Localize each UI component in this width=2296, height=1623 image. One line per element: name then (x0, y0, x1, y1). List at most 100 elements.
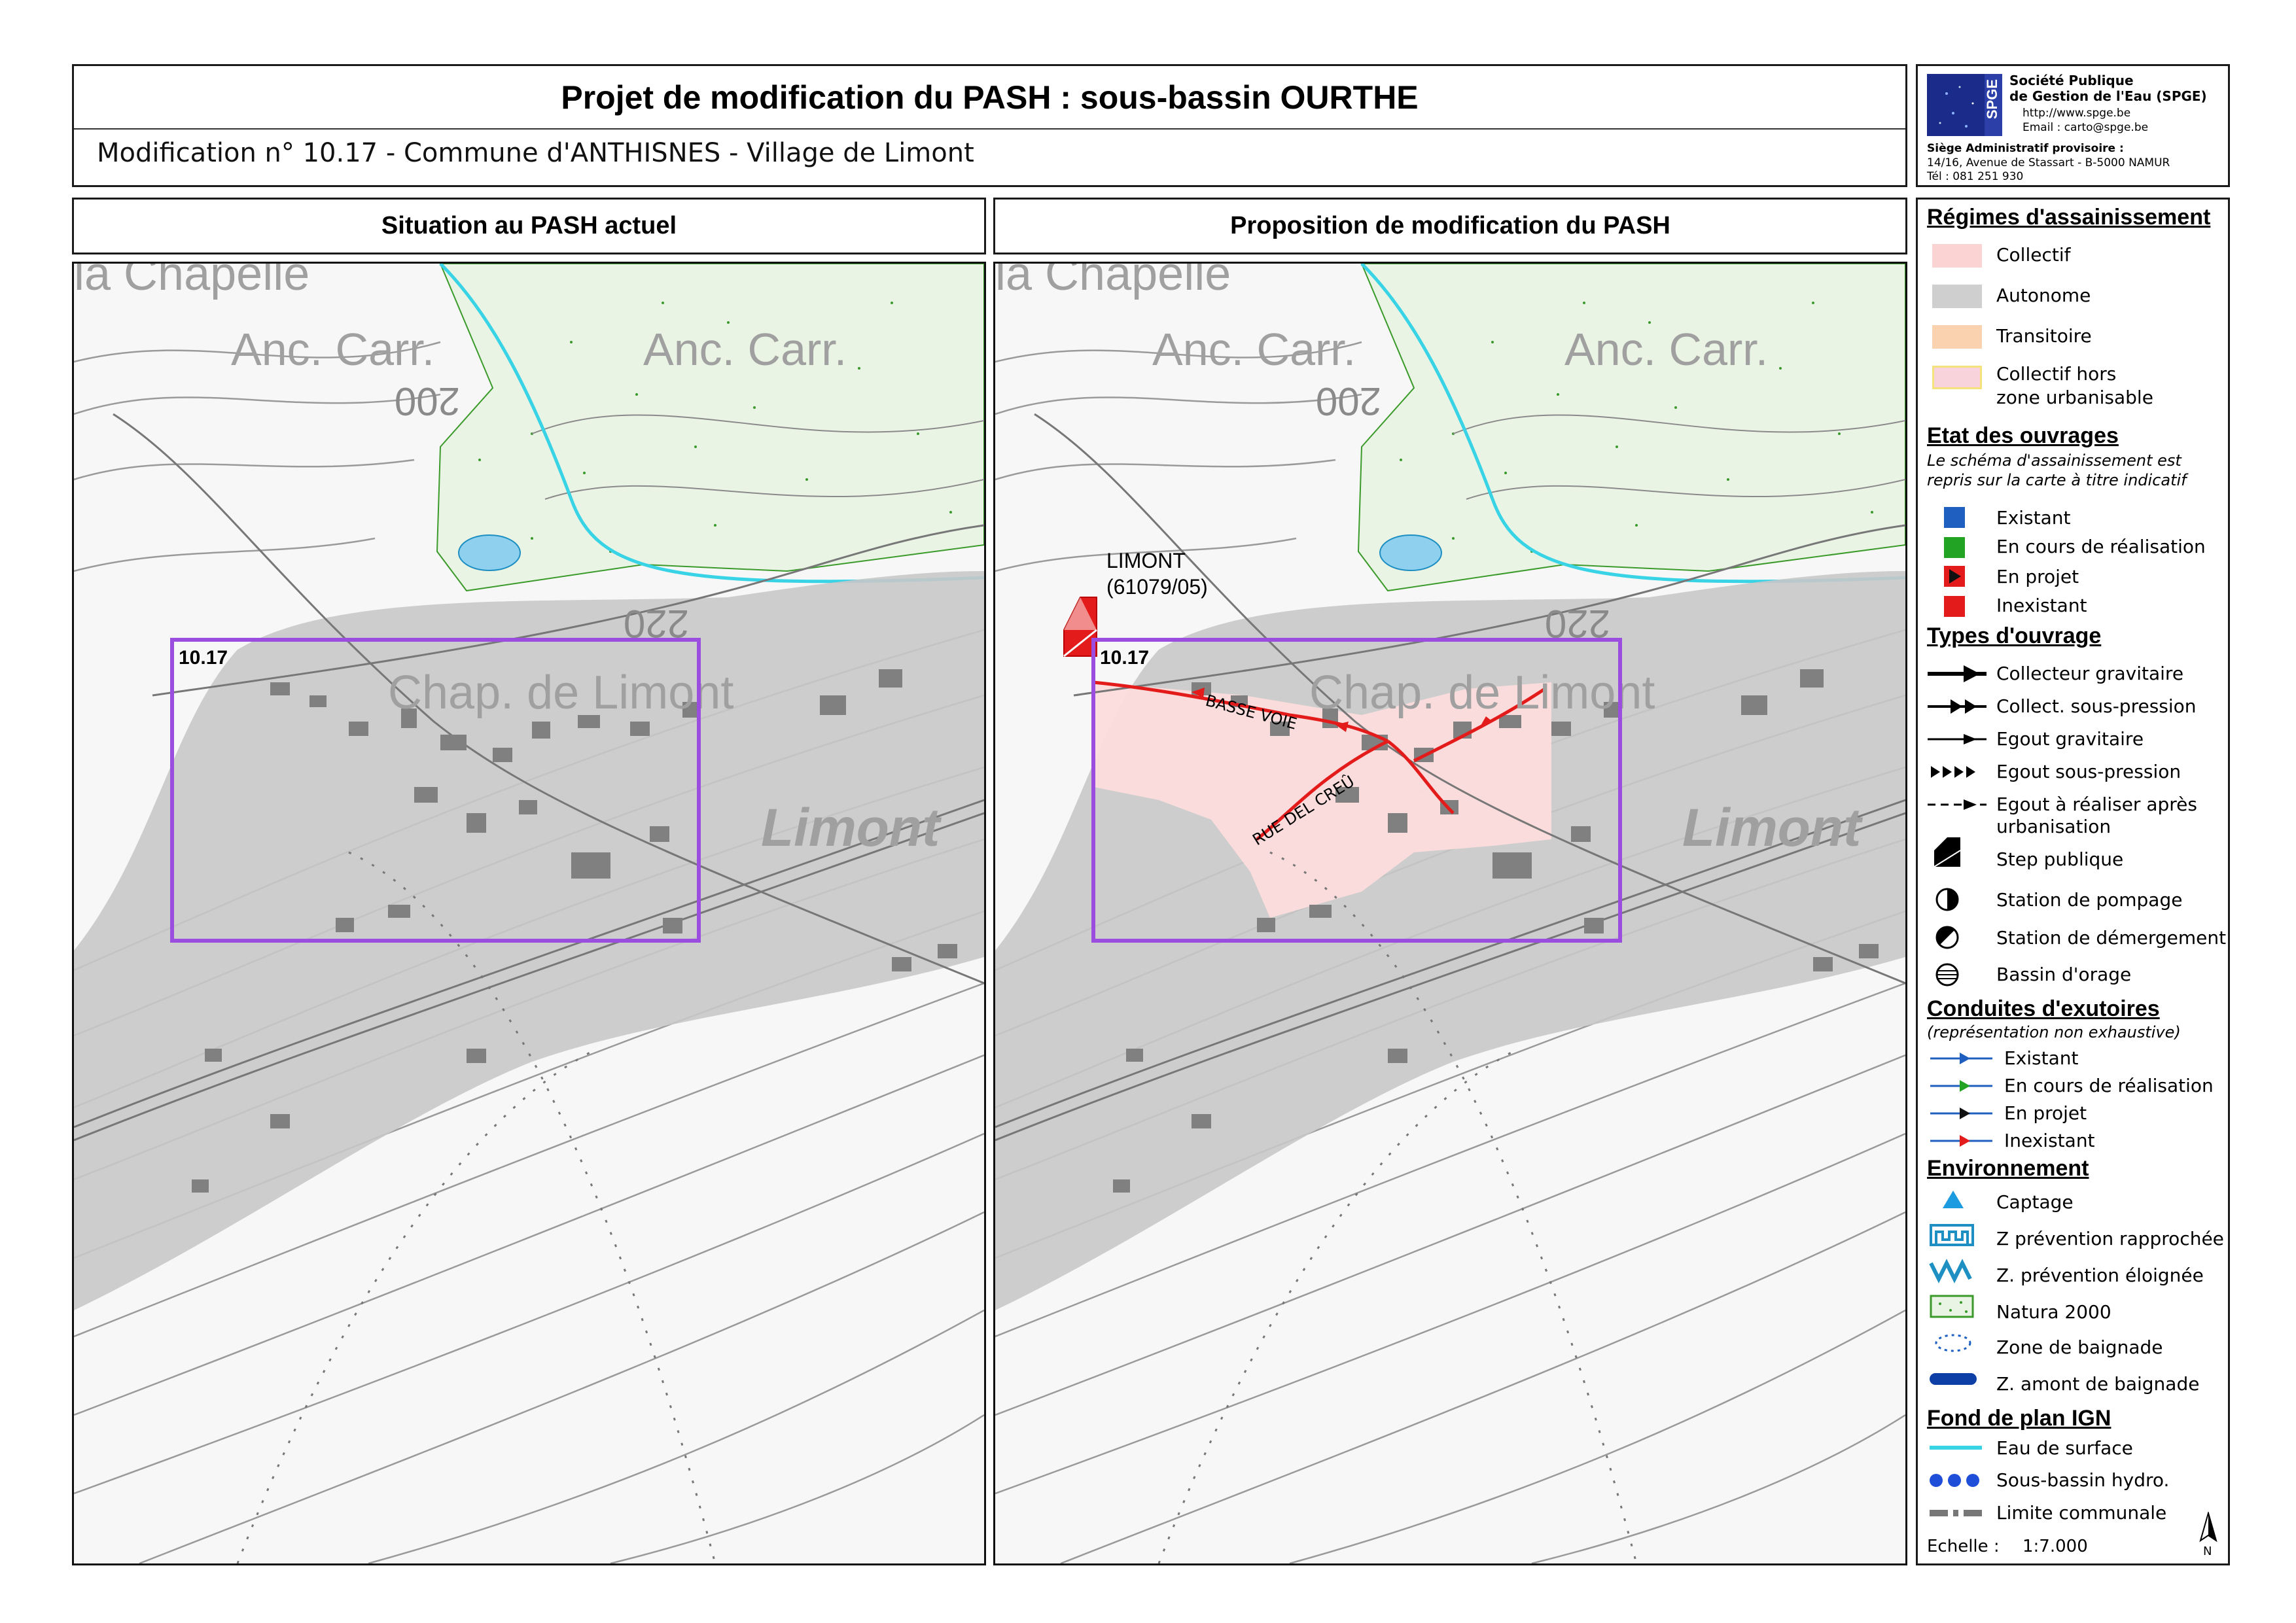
pond (458, 534, 521, 571)
drainage-station-icon (1935, 926, 1959, 949)
legend-regimes-title: Régimes d'assainissement (1927, 205, 2211, 230)
org-info-box: SPGE Société Publique de Gestion de l'Ea… (1916, 64, 2230, 187)
legend-ign-eau: Eau de surface (1996, 1437, 2133, 1459)
legend-regime-collectif-hors: Collectif hors (1996, 363, 2117, 385)
legend-type-egout-sous-pression: Egout sous-pression (1996, 761, 2181, 782)
prevention-close-icon (1930, 1224, 1974, 1246)
right-panel-title: Proposition de modification du PASH (993, 198, 1907, 254)
outlet-missing-icon (1930, 1135, 1992, 1147)
org-phone: Tél : 081 251 930 (1927, 170, 2024, 183)
en-cours-square-icon (1944, 537, 1965, 558)
legend-type-demergement: Station de démergement (1996, 927, 2227, 949)
label-anc-carr-1: Anc. Carr. (231, 324, 434, 375)
pump-station-icon (1935, 888, 1959, 911)
outlet-in-progress-icon (1930, 1080, 1992, 1092)
legend-conduite-en-cours: En cours de réalisation (2004, 1075, 2214, 1096)
legend-env-baignade: Zone de baignade (1996, 1336, 2163, 1358)
legend-regime-collectif: Collectif (1996, 244, 2071, 266)
en-projet-square-icon (1944, 566, 1965, 587)
prevention-far-icon (1929, 1259, 1972, 1283)
step-icon (1934, 837, 1961, 867)
legend-env-amont-baignade: Z. amont de baignade (1996, 1373, 2200, 1395)
collector-pressure-icon (1928, 699, 1987, 714)
label-limont: Limont (761, 798, 942, 858)
pond (1379, 534, 1442, 571)
legend-env-captage: Captage (1996, 1191, 2074, 1213)
natura-icon (1930, 1295, 1974, 1318)
map-current-canvas: la Chapelle Anc. Carr. Anc. Carr. 200 22… (74, 264, 984, 1563)
legend-conduite-inexistant: Inexistant (2004, 1130, 2095, 1151)
org-address: 14/16, Avenue de Stassart - B-5000 NAMUR (1927, 156, 2170, 169)
legend-etat-inexistant: Inexistant (1996, 595, 2087, 616)
label-chap-limont: Chap. de Limont (1309, 667, 1655, 719)
storm-basin-icon (1935, 963, 1959, 986)
autonome-swatch (1932, 285, 1982, 308)
legend-type-bassin-orage: Bassin d'orage (1996, 964, 2132, 985)
org-seat-title: Siège Administratif provisoire : (1927, 142, 2124, 155)
conduites-icons (1930, 1053, 1992, 1147)
collector-gravity-icon (1928, 665, 1987, 682)
sewer-pressure-icon (1931, 766, 1975, 778)
step-code-label: (61079/05) (1106, 575, 1208, 599)
legend-type-egout-gravitaire: Egout gravitaire (1996, 728, 2144, 750)
map-proposed[interactable]: LIMONT (61079/05) la Chapelle Anc. Carr.… (993, 262, 1907, 1565)
org-url[interactable]: http://www.spge.be (2022, 107, 2130, 120)
org-name-2: de Gestion de l'Eau (SPGE) (2009, 88, 2207, 104)
legend-type-egout-a-realiser: Egout à réaliser après (1996, 794, 2197, 815)
legend-type-urbanisation: urbanisation (1996, 816, 2111, 837)
legend-conduite-en-projet: En projet (2004, 1102, 2087, 1124)
scale-label: Echelle : (1927, 1537, 2000, 1556)
sub-basin-icon (1930, 1474, 1979, 1487)
legend-env-z-prevention-rapprochee: Z prévention rapprochée (1996, 1228, 2224, 1249)
label-chap-limont: Chap. de Limont (388, 667, 733, 719)
label-chapelle: la Chapelle (74, 264, 309, 300)
catchment-triangle-icon (1943, 1191, 1964, 1208)
legend-env-z-prevention-eloignee: Z. prévention éloignée (1996, 1265, 2204, 1286)
label-limont: Limont (1682, 798, 1863, 858)
legend-type-collect-sous-pression: Collect. sous-pression (1996, 695, 2197, 717)
legend-conduites-title: Conduites d'exutoires (1927, 996, 2160, 1021)
ign-icons (1930, 1446, 1982, 1516)
legend-etat-note-1: Le schéma d'assainissement est (1927, 451, 2181, 470)
zone-id-label: 10.17 (1100, 647, 1149, 669)
upstream-bathing-icon (1930, 1373, 1977, 1385)
map-proposed-canvas: LIMONT (61079/05) la Chapelle Anc. Carr.… (995, 264, 1905, 1563)
legend-env-natura: Natura 2000 (1996, 1301, 2111, 1323)
legend-regime-collectif-hors-2: zone urbanisable (1996, 387, 2153, 408)
legend-env-title: Environnement (1927, 1156, 2089, 1181)
legend-type-pompage: Station de pompage (1996, 889, 2183, 911)
legend-etat-en-projet: En projet (1996, 566, 2079, 587)
legend-types-title: Types d'ouvrage (1927, 623, 2102, 648)
map-current[interactable]: la Chapelle Anc. Carr. Anc. Carr. 200 22… (72, 262, 986, 1565)
org-email[interactable]: Email : carto@spge.be (2022, 121, 2148, 134)
env-icons (1929, 1191, 1977, 1385)
sewer-gravity-icon (1928, 734, 1987, 744)
legend-etat-existant: Existant (1996, 507, 2071, 529)
legend-ign-title: Fond de plan IGN (1927, 1406, 2111, 1431)
outlet-existing-icon (1930, 1053, 1992, 1064)
legend-regime-autonome: Autonome (1996, 285, 2091, 306)
spge-logo: SPGE (1927, 74, 2002, 136)
legend-etat-note-2: repris sur la carte à titre indicatif (1927, 471, 2187, 489)
label-anc-carr-2: Anc. Carr. (643, 324, 847, 375)
left-panel-title: Situation au PASH actuel (72, 198, 986, 254)
collectif-swatch (1932, 244, 1982, 268)
transitoire-swatch (1932, 325, 1982, 349)
bathing-zone-icon (1935, 1334, 1971, 1352)
label-contour-200: 200 (395, 379, 460, 423)
legend-etat-en-cours: En cours de réalisation (1996, 536, 2206, 557)
inexistant-square-icon (1944, 596, 1965, 617)
org-name-1: Société Publique (2009, 73, 2134, 88)
zone-id-label: 10.17 (179, 647, 228, 669)
header-title-box: Projet de modification du PASH : sous-ba… (72, 64, 1907, 187)
legend-conduite-existant: Existant (2004, 1047, 2079, 1069)
north-label: N (2203, 1544, 2212, 1558)
spge-logo-text: SPGE (1984, 79, 2000, 120)
step-name-label: LIMONT (1106, 549, 1186, 572)
legend-regime-transitoire: Transitoire (1996, 325, 2092, 347)
legend-type-step: Step publique (1996, 848, 2124, 870)
legend-etat-title: Etat des ouvrages (1927, 423, 2119, 448)
sewer-future-icon (1928, 799, 1987, 810)
existant-square-icon (1944, 507, 1965, 528)
legend-ign-sous-bassin: Sous-bassin hydro. (1996, 1469, 2170, 1491)
